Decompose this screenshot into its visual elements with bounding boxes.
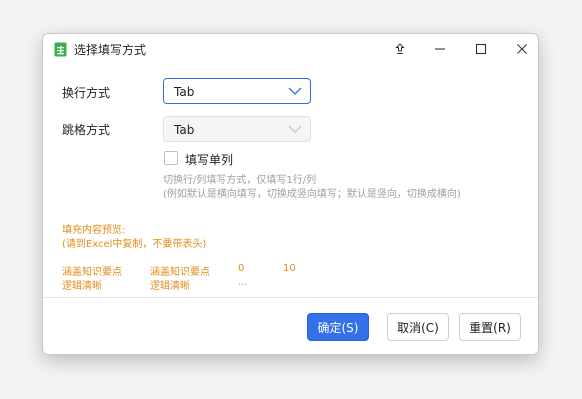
close-icon: [517, 44, 527, 54]
pin-icon: [395, 43, 405, 54]
fill-mode-dialog: 选择填写方式 换行方式 Tab 跳格方式 Tab 填写单列 切换行/列填写方式，…: [42, 33, 539, 355]
preview-cell: 逻辑清晰: [150, 281, 190, 292]
minimize-button[interactable]: [427, 37, 453, 61]
title-bar[interactable]: 选择填写方式: [43, 34, 538, 64]
cell-mode-value: Tab: [174, 123, 195, 137]
cancel-button[interactable]: 取消(C): [387, 313, 449, 341]
single-column-label: 填写单列: [185, 153, 234, 167]
preview-subtitle: (请到Excel中复制，不要带表头): [62, 239, 207, 250]
hint-line-2: (例如默认是横向填写，切换成竖向填写；默认是竖向，切换成横向): [163, 189, 461, 200]
preview-cell: 逻辑清晰: [62, 281, 102, 292]
chevron-down-icon: [288, 125, 302, 133]
spreadsheet-icon: [54, 42, 67, 57]
ok-button[interactable]: 确定(S): [307, 313, 369, 341]
single-column-checkbox[interactable]: [164, 151, 178, 165]
window-title: 选择填写方式: [74, 43, 147, 57]
cell-mode-select[interactable]: Tab: [163, 116, 311, 142]
preview-cell: ...: [238, 277, 248, 288]
chevron-down-icon: [288, 87, 302, 95]
pin-button[interactable]: [387, 37, 413, 61]
preview-cell: 涵盖知识要点: [62, 267, 122, 278]
preview-cell: 涵盖知识要点: [150, 267, 210, 278]
close-button[interactable]: [509, 37, 535, 61]
wrap-mode-select[interactable]: Tab: [163, 78, 311, 104]
reset-button[interactable]: 重置(R): [459, 313, 521, 341]
preview-cell: 10: [283, 263, 296, 274]
footer-divider: [43, 297, 538, 298]
hint-line-1: 切换行/列填写方式，仅填写1行/列: [163, 175, 317, 186]
cell-mode-label: 跳格方式: [62, 123, 111, 137]
wrap-mode-label: 换行方式: [62, 86, 111, 100]
preview-cell: 0: [238, 263, 245, 274]
preview-title: 填充内容预览:: [62, 225, 126, 236]
minimize-icon: [435, 48, 445, 50]
maximize-icon: [475, 43, 487, 55]
wrap-mode-value: Tab: [174, 85, 195, 99]
maximize-button[interactable]: [468, 37, 494, 61]
